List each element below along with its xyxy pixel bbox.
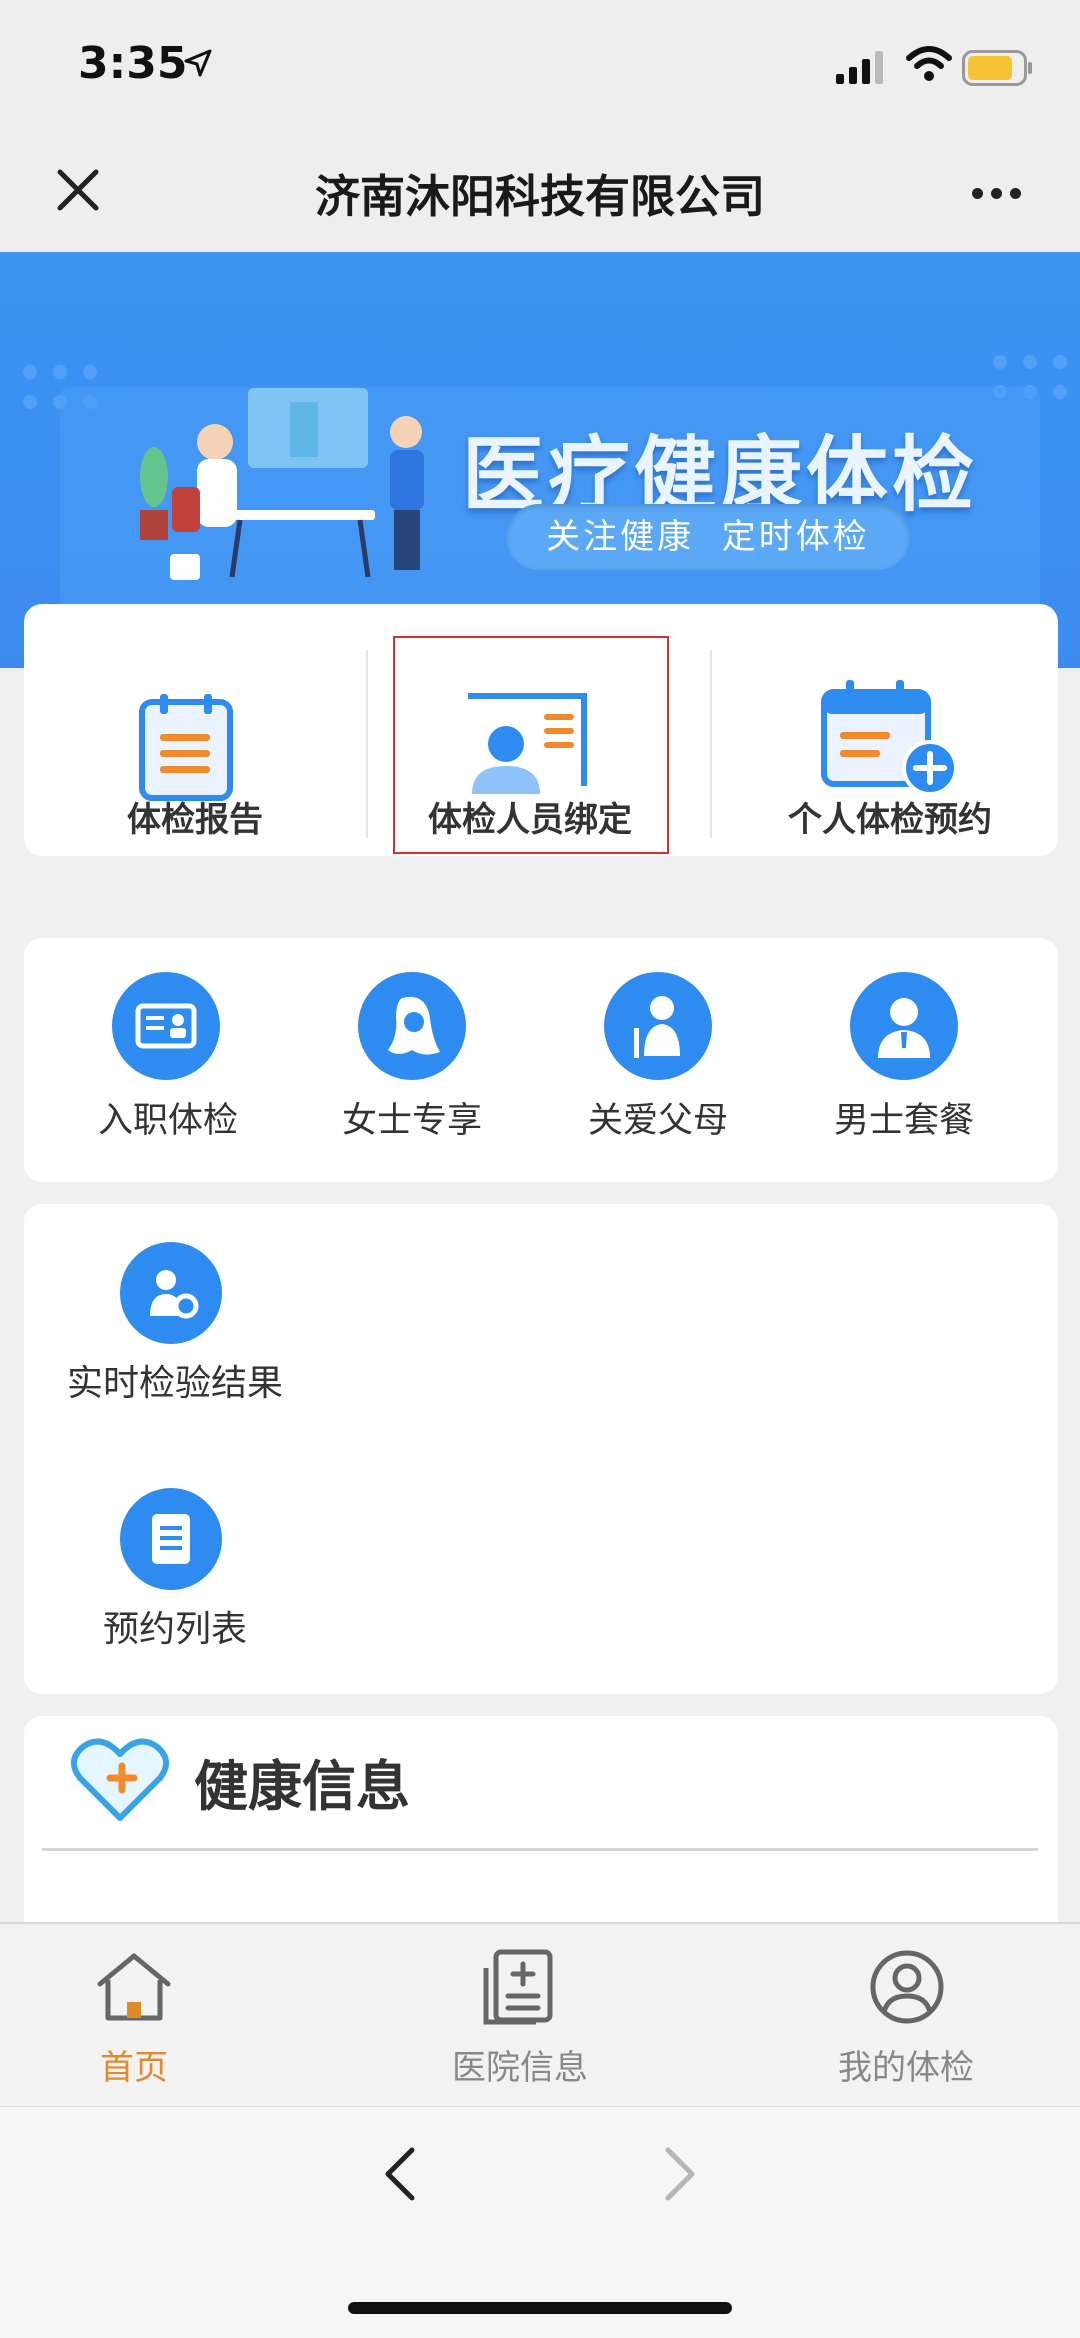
wifi-icon (906, 46, 952, 81)
package-parents[interactable]: 关爱父母 (538, 972, 778, 1152)
highlight-box (393, 636, 669, 854)
tab-my-checkup[interactable]: 我的体检 (796, 1944, 1016, 2094)
more-options-icon[interactable] (972, 184, 1029, 203)
report-clipboard-icon (139, 694, 233, 801)
close-icon[interactable] (54, 166, 102, 214)
user-circle-icon (870, 1950, 944, 2024)
cellular-signal-icon (836, 51, 883, 84)
banner-subtitle: 关注健康 定时体检 (546, 517, 870, 557)
tab-label: 我的体检 (838, 2048, 974, 2088)
test-result-icon (120, 1242, 222, 1344)
page-title: 济南沐阳科技有限公司 (314, 170, 765, 223)
woman-icon (358, 972, 466, 1080)
action-appointment-label: 个人体检预约 (788, 800, 992, 840)
tab-hospital-info[interactable]: 医院信息 (410, 1944, 630, 2094)
id-card-icon (112, 972, 220, 1080)
divider (42, 1848, 1038, 1851)
action-appointment[interactable]: 个人体检预约 (760, 678, 1020, 848)
divider (710, 650, 712, 838)
tab-label: 医院信息 (452, 2048, 588, 2088)
action-report-label: 体检报告 (127, 800, 263, 840)
tab-home[interactable]: 首页 (24, 1944, 244, 2094)
home-indicator (348, 2302, 732, 2314)
divider (366, 650, 368, 838)
forward-arrow-icon[interactable] (662, 2146, 698, 2202)
location-arrow-icon (184, 49, 212, 77)
elderly-icon (604, 972, 712, 1080)
package-label: 关爱父母 (587, 1101, 728, 1141)
health-info-title: 健康信息 (194, 1755, 410, 1818)
heart-plus-icon (71, 1738, 169, 1821)
package-label: 男士套餐 (833, 1101, 974, 1141)
package-women[interactable]: 女士专享 (292, 972, 532, 1152)
battery-icon (962, 50, 1032, 86)
hospital-document-icon (483, 1949, 553, 2025)
service-realtime-results[interactable]: 实时检验结果 (50, 1242, 300, 1412)
list-icon (120, 1488, 222, 1590)
back-arrow-icon[interactable] (382, 2146, 418, 2202)
home-icon (97, 1953, 171, 2021)
action-report[interactable]: 体检报告 (120, 692, 270, 852)
service-appointment-list[interactable]: 预约列表 (50, 1488, 300, 1658)
man-icon (850, 972, 958, 1080)
package-men[interactable]: 男士套餐 (784, 972, 1024, 1152)
tab-label: 首页 (100, 2048, 168, 2088)
status-time: 3:35 (78, 38, 188, 89)
service-label: 预约列表 (102, 1609, 247, 1650)
package-label: 女士专享 (341, 1101, 482, 1141)
service-label: 实时检验结果 (66, 1363, 283, 1404)
health-info-card (24, 1716, 1058, 1926)
calendar-add-icon (821, 680, 958, 796)
package-onboarding[interactable]: 入职体检 (48, 972, 288, 1152)
package-label: 入职体检 (97, 1101, 238, 1141)
